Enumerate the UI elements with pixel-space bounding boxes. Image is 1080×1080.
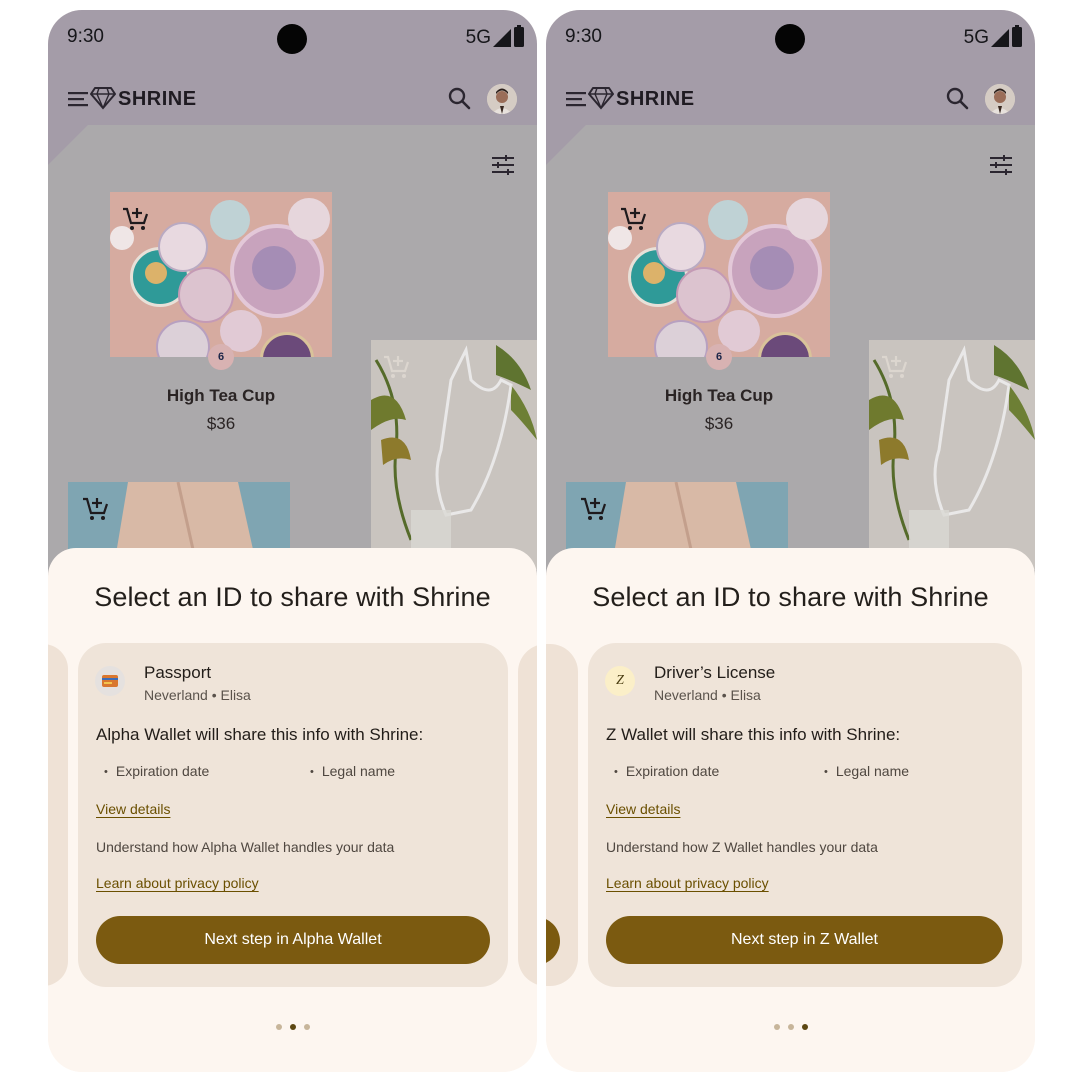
sheet-title: Select an ID to share with Shrine — [592, 582, 989, 612]
privacy-policy-link[interactable]: Learn about privacy policy — [606, 875, 769, 891]
app-bar: SHRINE — [546, 70, 1035, 132]
product-image-tea-cups[interactable] — [608, 192, 830, 357]
pager-dot[interactable] — [787, 1024, 794, 1030]
add-to-cart-icon[interactable] — [580, 496, 608, 522]
pager-dot[interactable] — [303, 1024, 310, 1030]
menu-icon[interactable] — [68, 90, 90, 108]
add-to-cart-icon[interactable] — [383, 354, 411, 380]
product-price: $36 — [206, 414, 236, 433]
data-handling-text: Understand how Z Wallet handles your dat… — [606, 839, 878, 855]
id-selector-sheet: Select an ID to share with Shrine Z Driv… — [546, 548, 1035, 1072]
id-subtitle: Neverland • Elisa — [654, 687, 761, 703]
z-wallet-letter: Z — [616, 673, 624, 688]
view-details-link[interactable]: View details — [606, 801, 680, 817]
next-step-button[interactable]: Next step in Alpha Wallet — [96, 916, 490, 964]
id-name: Passport — [144, 663, 212, 682]
network-label: 5G — [963, 27, 989, 48]
add-to-cart-icon[interactable] — [620, 206, 648, 232]
add-to-cart-icon[interactable] — [82, 496, 110, 522]
avatar[interactable] — [985, 84, 1015, 114]
pager-dot[interactable] — [275, 1024, 282, 1030]
product-name: High Tea Cup — [166, 386, 276, 405]
menu-icon[interactable] — [566, 90, 588, 108]
brand-title: SHRINE — [616, 88, 695, 110]
pager-dots — [546, 1024, 1035, 1030]
status-time: 9:30 — [565, 26, 602, 47]
passport-icon — [95, 666, 125, 696]
previous-card-peek[interactable] — [546, 644, 578, 986]
phone-screen-drivers-license: 9:30 5G SHRINE 6 High Tea Cup $36 Select… — [546, 10, 1035, 1072]
search-icon[interactable] — [945, 86, 969, 110]
camera-cutout — [277, 24, 307, 54]
product-image-plant-vase[interactable] — [371, 340, 537, 570]
pager-dot[interactable] — [773, 1024, 780, 1030]
previous-card-peek[interactable] — [48, 644, 68, 986]
network-label: 5G — [465, 27, 491, 48]
id-subtitle: Neverland • Elisa — [144, 687, 251, 703]
product-name: High Tea Cup — [664, 386, 774, 405]
pager-dots — [48, 1024, 537, 1030]
next-step-button[interactable]: Next step in Z Wallet — [606, 916, 1003, 964]
brand-title: SHRINE — [118, 88, 197, 110]
pager-dot-active[interactable] — [289, 1024, 296, 1030]
id-name: Driver’s License — [654, 663, 776, 682]
signal-icon — [493, 29, 511, 47]
share-heading: Z Wallet will share this info with Shrin… — [606, 725, 901, 744]
filter-tune-icon[interactable] — [491, 154, 515, 176]
camera-cutout — [775, 24, 805, 54]
signal-icon — [991, 29, 1009, 47]
filter-tune-icon[interactable] — [989, 154, 1013, 176]
shrine-diamond-icon — [588, 87, 614, 110]
product-badge: 6 — [208, 344, 234, 370]
app-bar: SHRINE — [48, 70, 537, 132]
product-image-tea-cups[interactable] — [110, 192, 332, 357]
shrine-diamond-icon — [90, 87, 116, 110]
product-badge: 6 — [706, 344, 732, 370]
add-to-cart-icon[interactable] — [881, 354, 909, 380]
phone-screen-passport: 9:30 5G SHRINE 6 High Tea Cup $36 Select… — [48, 10, 537, 1072]
attribute-legal-name: Legal name — [310, 763, 395, 779]
next-card-peek[interactable] — [518, 644, 537, 986]
pager-dot-active[interactable] — [801, 1024, 808, 1030]
product-image-plant-vase[interactable] — [869, 340, 1035, 570]
view-details-link[interactable]: View details — [96, 801, 170, 817]
product-price: $36 — [704, 414, 734, 433]
attribute-expiration-date: Expiration date — [104, 763, 209, 779]
status-bar: 9:30 5G — [48, 10, 537, 68]
id-card[interactable]: Passport Neverland • Elisa Alpha Wallet … — [78, 643, 508, 987]
add-to-cart-icon[interactable] — [122, 206, 150, 232]
search-icon[interactable] — [447, 86, 471, 110]
attribute-legal-name: Legal name — [824, 763, 909, 779]
data-handling-text: Understand how Alpha Wallet handles your… — [96, 839, 395, 855]
privacy-policy-link[interactable]: Learn about privacy policy — [96, 875, 259, 891]
battery-icon — [1012, 25, 1022, 47]
id-selector-sheet: Select an ID to share with Shrine Passpo… — [48, 548, 537, 1072]
previous-card-button-peek[interactable] — [546, 917, 560, 965]
id-card[interactable]: Z Driver’s License Neverland • Elisa Z W… — [588, 643, 1022, 987]
attribute-expiration-date: Expiration date — [614, 763, 719, 779]
avatar[interactable] — [487, 84, 517, 114]
share-heading: Alpha Wallet will share this info with S… — [96, 725, 424, 744]
status-bar: 9:30 5G — [546, 10, 1035, 68]
z-wallet-icon: Z — [605, 666, 635, 696]
status-time: 9:30 — [67, 26, 104, 47]
sheet-title: Select an ID to share with Shrine — [94, 582, 491, 612]
battery-icon — [514, 25, 524, 47]
